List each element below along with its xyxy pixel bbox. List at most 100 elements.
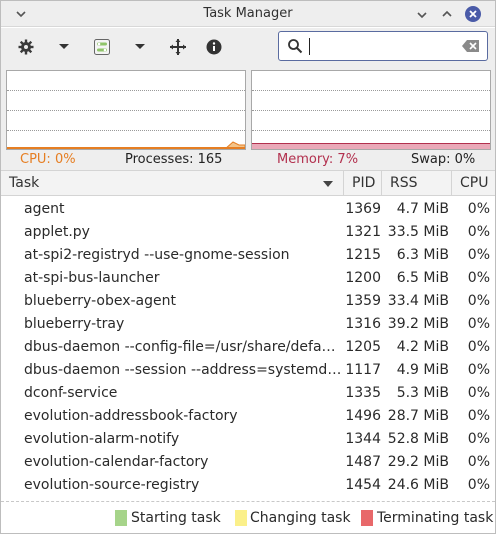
task-cpu: 0% (467, 385, 490, 401)
task-name: blueberry-obex-agent (24, 293, 176, 309)
task-cpu: 0% (467, 247, 490, 263)
task-rss: 33.4 MiB (387, 293, 449, 309)
legend-terminating: Terminating task (377, 510, 494, 526)
search-field[interactable] (278, 31, 488, 61)
task-pid: 1359 (345, 293, 381, 309)
column-header-task[interactable]: Task (1, 171, 344, 196)
changing-swatch (235, 510, 247, 526)
table-row[interactable]: at-spi-bus-launcher 1200 6.5 MiB 0% (1, 267, 495, 290)
task-name: dconf-service (24, 385, 118, 401)
task-cpu: 0% (467, 408, 490, 424)
task-pid: 1321 (345, 224, 381, 240)
terminating-swatch (361, 510, 373, 526)
column-header-pid[interactable]: PID (344, 171, 382, 196)
cpu-stat: CPU: 0% (20, 152, 76, 167)
gear-icon[interactable] (15, 36, 37, 58)
task-cpu: 0% (467, 454, 490, 470)
column-header-rss[interactable]: RSS (382, 171, 452, 196)
task-pid: 1487 (345, 454, 381, 470)
text-caret (309, 38, 310, 55)
task-pid: 1117 (345, 362, 381, 378)
task-rss: 4.7 MiB (396, 201, 449, 217)
task-rss: 39.2 MiB (387, 316, 449, 332)
table-row[interactable]: blueberry-obex-agent 1359 33.4 MiB 0% (1, 290, 495, 313)
swap-stat: Swap: 0% (411, 152, 476, 167)
task-manager-window: Task Manager CPU: 0% Processes: 165 Memo… (0, 0, 496, 534)
task-table: Task PID RSS CPU agent 1369 4.7 MiB 0% appl… (1, 170, 495, 502)
table-row[interactable]: dbus-daemon --config-file=/usr/share/def… (1, 336, 495, 359)
table-row[interactable]: evolution-calendar-factory 1487 29.2 MiB 0% (1, 451, 495, 474)
info-icon[interactable] (203, 36, 225, 58)
table-row[interactable]: dconf-service 1335 5.3 MiB 0% (1, 382, 495, 405)
task-cpu: 0% (467, 431, 490, 447)
dropdown-arrow-icon[interactable] (129, 36, 151, 58)
task-rss: 4.9 MiB (396, 362, 449, 378)
clear-icon[interactable] (462, 39, 480, 57)
legend: Starting task Changing task Terminating … (1, 504, 495, 533)
table-row[interactable]: at-spi2-registryd --use-gnome-session 121… (1, 244, 495, 267)
table-row[interactable]: agent 1369 4.7 MiB 0% (1, 198, 495, 221)
task-name: dbus-daemon --config-file=/usr/share/def… (24, 339, 342, 355)
task-name: dbus-daemon --session --address=systemd:… (24, 362, 342, 378)
task-cpu: 0% (467, 477, 490, 493)
task-rss: 33.5 MiB (387, 224, 449, 240)
task-pid: 1335 (345, 385, 381, 401)
task-pid: 1215 (345, 247, 381, 263)
task-rss: 6.3 MiB (396, 247, 449, 263)
task-rows: agent 1369 4.7 MiB 0% applet.py 1321 33.5 MiB… (1, 198, 495, 497)
search-input[interactable] (309, 37, 459, 55)
task-rss: 5.3 MiB (396, 385, 449, 401)
search-icon (287, 38, 303, 58)
task-rss: 24.6 MiB (387, 477, 449, 493)
task-cpu: 0% (467, 362, 490, 378)
crosshair-icon[interactable] (167, 36, 189, 58)
divider (1, 501, 495, 502)
task-rss: 52.8 MiB (387, 431, 449, 447)
table-row[interactable]: evolution-source-registry 1454 24.6 MiB 0% (1, 474, 495, 497)
task-cpu: 0% (467, 316, 490, 332)
dropdown-arrow-icon[interactable] (53, 36, 75, 58)
task-cpu: 0% (467, 293, 490, 309)
task-name: evolution-source-registry (24, 477, 200, 493)
task-rss: 29.2 MiB (387, 454, 449, 470)
task-name: applet.py (24, 224, 90, 240)
task-rss: 28.7 MiB (387, 408, 449, 424)
table-row[interactable]: evolution-alarm-notify 1344 52.8 MiB 0% (1, 428, 495, 451)
cpu-graph (6, 70, 246, 150)
table-row[interactable]: dbus-daemon --session --address=systemd:… (1, 359, 495, 382)
legend-changing: Changing task (250, 510, 351, 526)
task-cpu: 0% (467, 224, 490, 240)
table-row[interactable]: evolution-addressbook-factory 1496 28.7 Mi… (1, 405, 495, 428)
toolbar (1, 28, 495, 66)
task-pid: 1369 (345, 201, 381, 217)
minimize-icon[interactable] (413, 5, 431, 23)
task-pid: 1496 (345, 408, 381, 424)
table-row[interactable]: applet.py 1321 33.5 MiB 0% (1, 221, 495, 244)
table-header: Task PID RSS CPU (1, 170, 495, 196)
task-pid: 1316 (345, 316, 381, 332)
task-name: blueberry-tray (24, 316, 125, 332)
graphs-panel: CPU: 0% Processes: 165 Memory: 7% Swap: … (1, 66, 495, 170)
title-bar: Task Manager (1, 1, 495, 27)
task-rss: 4.2 MiB (396, 339, 449, 355)
task-pid: 1454 (345, 477, 381, 493)
task-name: agent (24, 201, 65, 217)
table-row[interactable]: blueberry-tray 1316 39.2 MiB 0% (1, 313, 495, 336)
task-name: at-spi2-registryd --use-gnome-session (24, 247, 290, 263)
task-pid: 1200 (345, 270, 381, 286)
starting-swatch (115, 510, 127, 526)
memory-stat: Memory: 7% (277, 152, 359, 167)
task-cpu: 0% (467, 201, 490, 217)
maximize-icon[interactable] (438, 5, 456, 23)
legend-starting: Starting task (131, 510, 221, 526)
task-name: evolution-alarm-notify (24, 431, 180, 447)
column-header-cpu[interactable]: CPU (452, 171, 495, 196)
task-pid: 1205 (345, 339, 381, 355)
task-name: evolution-calendar-factory (24, 454, 209, 470)
task-pid: 1344 (345, 431, 381, 447)
task-cpu: 0% (467, 339, 490, 355)
task-rss: 6.5 MiB (396, 270, 449, 286)
close-icon[interactable] (464, 5, 482, 23)
view-settings-icon[interactable] (91, 36, 113, 58)
memory-graph (251, 70, 491, 150)
